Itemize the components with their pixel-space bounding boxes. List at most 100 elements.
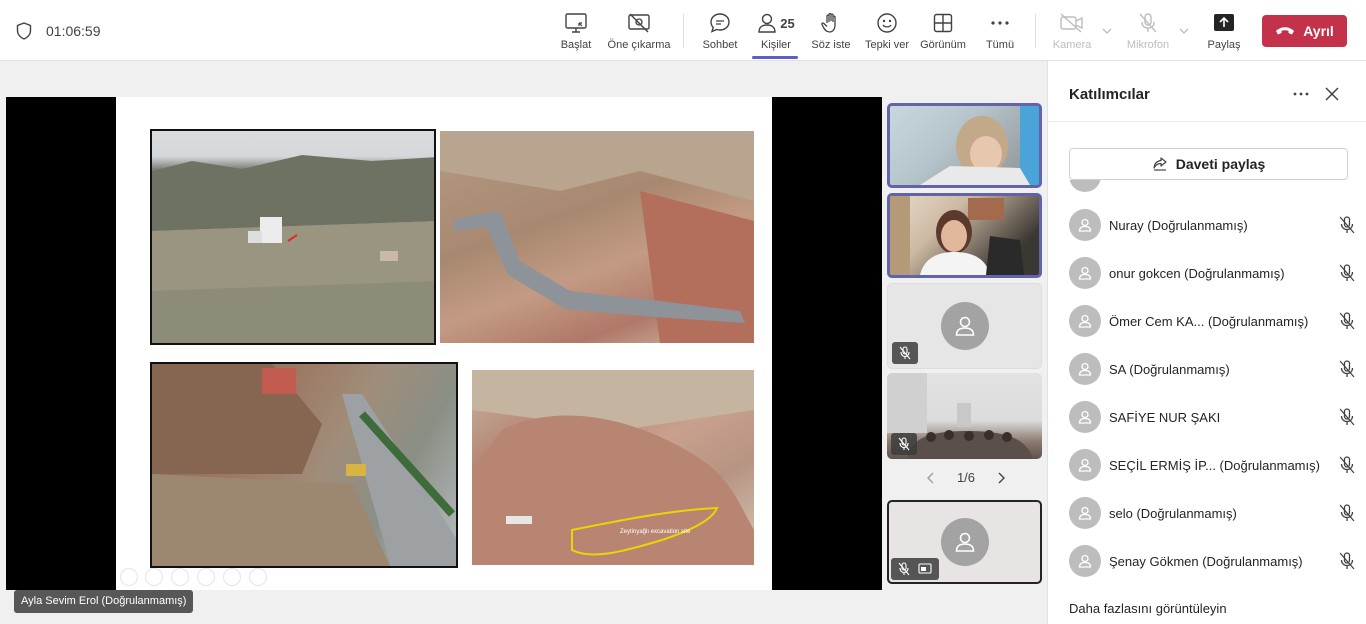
slide-photo-road-excavation	[150, 362, 458, 568]
mic-off-icon[interactable]	[1337, 407, 1357, 427]
people-button[interactable]: 25 Kişiler	[756, 10, 796, 56]
participant-name: onur gokcen (Doğrulanmamış)	[1109, 265, 1285, 281]
panel-title: Katılımcılar	[1069, 86, 1150, 103]
gallery-page-indicator: 1/6	[956, 470, 976, 485]
mic-off-icon[interactable]	[1337, 455, 1357, 475]
participant-name: SA (Doğrulanmamış)	[1109, 361, 1230, 377]
participant-row[interactable]: SEÇİL ERMİŞ İP... (Doğrulanmamış)	[1069, 447, 1357, 483]
share-invite-button[interactable]: Daveti paylaş	[1069, 148, 1348, 180]
screen-share-icon	[918, 563, 932, 574]
spotlight-button[interactable]: Öne çıkarma	[606, 10, 672, 56]
start-button[interactable]: Başlat	[558, 10, 594, 56]
slide-more-control[interactable]	[249, 568, 267, 586]
participant-name: Ömer Cem KA... (Doğrulanmamış)	[1109, 313, 1309, 329]
chevron-left-icon[interactable]	[926, 472, 936, 484]
chevron-down-icon[interactable]	[1102, 26, 1112, 36]
mic-off-icon[interactable]	[1337, 215, 1357, 235]
close-icon[interactable]	[1322, 84, 1342, 104]
participant-name: selo (Doğrulanmamış)	[1109, 505, 1237, 521]
mic-off-icon	[898, 562, 910, 576]
meeting-timer: 01:06:59	[46, 23, 101, 39]
person-icon	[1078, 506, 1092, 520]
presenter-name-tag: Ayla Sevim Erol (Doğrulanmamış)	[14, 590, 194, 613]
participant-video-tile[interactable]	[887, 283, 1042, 369]
people-icon	[758, 13, 776, 33]
video-frame	[920, 106, 1039, 185]
more-options-icon[interactable]	[1291, 84, 1311, 104]
meeting-toolbar: 01:06:59 Başlat Öne çıkarma Sohbet 25 Ki…	[0, 0, 1366, 61]
camera-off-icon	[1060, 13, 1083, 33]
slide-zoom-control[interactable]	[223, 568, 241, 586]
landscape-illustration	[152, 155, 434, 343]
slide-next-control[interactable]	[145, 568, 163, 586]
people-selected-indicator	[752, 56, 798, 59]
video-frame	[890, 196, 1024, 275]
avatar	[1069, 305, 1101, 337]
mic-off-icon[interactable]	[1337, 263, 1357, 283]
participant-row[interactable]: Ömer Cem KA... (Doğrulanmamış)	[1069, 303, 1357, 339]
chevron-right-icon[interactable]	[996, 472, 1006, 484]
participant-row[interactable]: onur gokcen (Doğrulanmamış)	[1069, 255, 1357, 291]
participant-name: SEÇİL ERMİŞ İP... (Doğrulanmamış)	[1109, 457, 1320, 473]
avatar	[940, 302, 989, 350]
muted-badge	[892, 342, 918, 364]
person-icon	[955, 532, 974, 552]
toolbar-divider	[683, 14, 684, 48]
slide-pen-control[interactable]	[171, 568, 189, 586]
share-button[interactable]: Paylaş	[1206, 10, 1242, 56]
person-icon	[1078, 266, 1092, 280]
slide-photo-covered-walkway	[440, 131, 754, 343]
smiley-icon	[877, 13, 897, 33]
show-more-link[interactable]: Daha fazlasını görüntüleyin	[1069, 601, 1227, 616]
more-dots-icon	[991, 21, 1009, 25]
mic-off-icon[interactable]	[1337, 359, 1357, 379]
participant-row[interactable]: selo (Doğrulanmamış)	[1069, 495, 1357, 531]
present-screen-icon	[565, 13, 587, 33]
slide-prev-control[interactable]	[120, 568, 138, 586]
mic-off-icon[interactable]	[1337, 551, 1357, 571]
participant-name: SAFİYE NUR ŞAKI	[1109, 409, 1221, 425]
person-icon	[1078, 554, 1092, 568]
raise-hand-button[interactable]: Söz iste	[810, 10, 852, 56]
participant-row[interactable]: SAFİYE NUR ŞAKI	[1069, 399, 1357, 435]
mic-off-icon	[1139, 13, 1157, 33]
person-icon	[1078, 314, 1092, 328]
toolbar-divider	[1035, 14, 1036, 48]
people-count: 25	[780, 15, 795, 31]
person-icon	[1078, 218, 1092, 232]
person-icon	[1078, 458, 1092, 472]
scrolled-avatar	[1069, 180, 1101, 192]
camera-button[interactable]: Kamera	[1052, 10, 1092, 56]
avatar	[1069, 209, 1101, 241]
participant-name: Şenay Gökmen (Doğrulanmamış)	[1109, 553, 1303, 569]
spotlight-off-icon	[628, 13, 650, 33]
participant-row[interactable]: Şenay Gökmen (Doğrulanmamış)	[1069, 543, 1357, 579]
participant-video-tile[interactable]	[887, 373, 1042, 459]
slide-photo-building-valley	[150, 129, 436, 345]
mic-off-icon	[898, 437, 910, 451]
mic-button[interactable]: Mikrofon	[1124, 10, 1172, 56]
walkway-illustration	[440, 131, 754, 343]
slide-copy-control[interactable]	[197, 568, 215, 586]
chat-button[interactable]: Sohbet	[700, 10, 740, 56]
participant-video-tile[interactable]	[887, 193, 1042, 278]
chevron-down-icon[interactable]	[1179, 26, 1189, 36]
person-icon	[1078, 362, 1092, 376]
participant-row[interactable]: Nuray (Doğrulanmamış)	[1069, 207, 1357, 243]
mic-off-icon[interactable]	[1337, 503, 1357, 523]
react-button[interactable]: Tepki ver	[864, 10, 910, 56]
participants-panel: Katılımcılar Daveti paylaş Nuray (Doğrul…	[1047, 61, 1366, 624]
participant-row[interactable]: SA (Doğrulanmamış)	[1069, 351, 1357, 387]
mic-off-icon[interactable]	[1337, 311, 1357, 331]
leave-button[interactable]: Ayrıl	[1262, 15, 1347, 47]
gallery-pager: 1/6	[926, 470, 1006, 485]
view-button[interactable]: Görünüm	[918, 10, 968, 56]
avatar	[1069, 257, 1101, 289]
self-status-badge	[891, 558, 939, 580]
avatar	[1069, 449, 1101, 481]
self-video-tile[interactable]	[887, 500, 1042, 584]
participant-video-tile[interactable]	[887, 103, 1042, 188]
avatar	[1069, 353, 1101, 385]
avatar	[1069, 545, 1101, 577]
more-actions-button[interactable]: Tümü	[984, 10, 1016, 56]
